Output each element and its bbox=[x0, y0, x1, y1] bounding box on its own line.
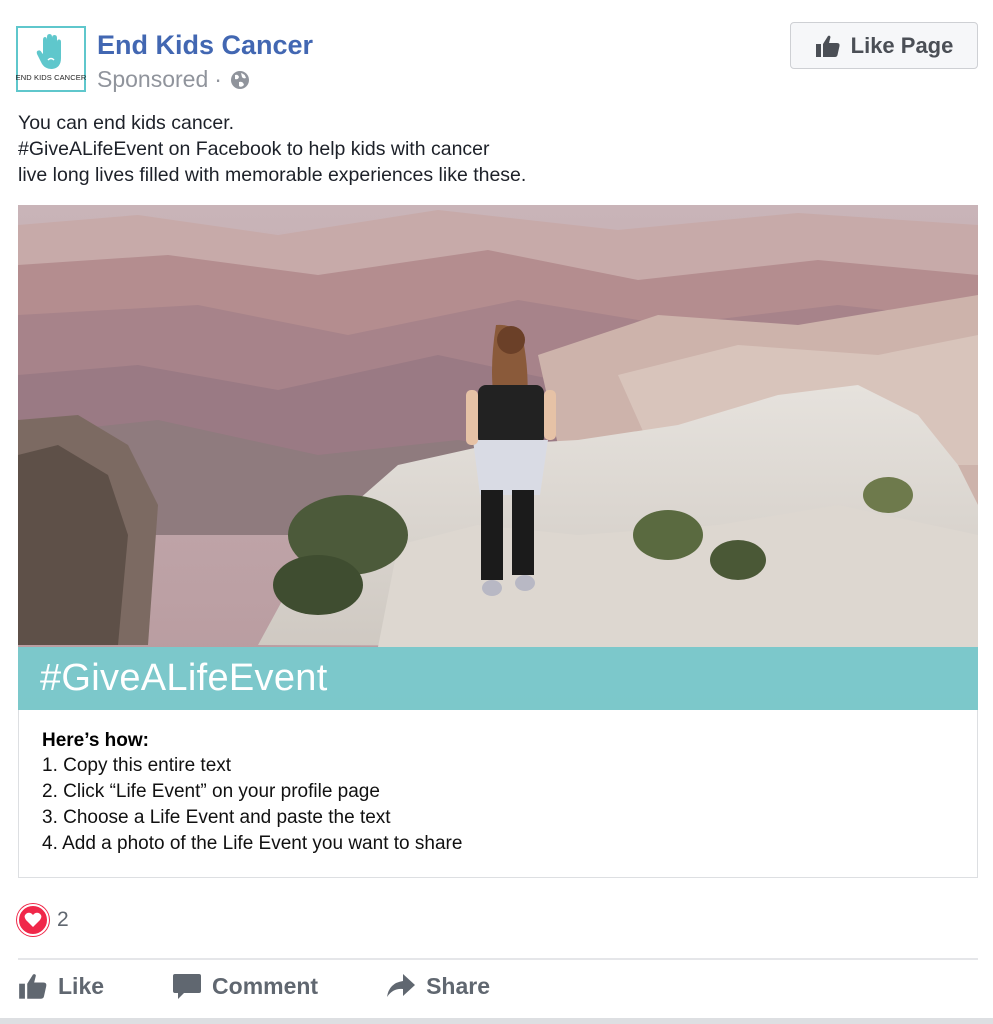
post-image[interactable]: #GiveALifeEvent bbox=[18, 205, 978, 710]
meta-separator: · bbox=[214, 66, 222, 92]
thumbs-up-icon bbox=[19, 974, 47, 999]
howto-step: 4. Add a photo of the Life Event you wan… bbox=[42, 833, 463, 854]
post-text-line[interactable]: #GiveALifeEvent on Facebook to help kids… bbox=[18, 136, 526, 162]
like-label: Like bbox=[58, 972, 105, 999]
share-label: Share bbox=[426, 972, 491, 999]
share-button[interactable]: Share bbox=[386, 973, 490, 1000]
post-text-line: live long lives filled with memorable ex… bbox=[18, 164, 527, 186]
post-text-line: You can end kids cancer. bbox=[18, 112, 235, 134]
canyon-photo bbox=[18, 205, 978, 710]
comment-icon bbox=[173, 974, 202, 999]
thumbs-up-icon bbox=[815, 35, 840, 57]
sponsored-label[interactable]: Sponsored bbox=[97, 66, 208, 93]
comment-button[interactable]: Comment bbox=[172, 972, 318, 1000]
comment-label: Comment bbox=[212, 972, 319, 999]
page-name-link[interactable]: End Kids Cancer bbox=[97, 30, 313, 61]
reactions-summary[interactable]: 2 bbox=[17, 904, 69, 936]
howto-step: 2. Click “Life Event” on your profile pa… bbox=[42, 781, 380, 802]
like-page-button[interactable]: Like Page bbox=[790, 22, 978, 69]
page-avatar[interactable]: END KIDS CANCER bbox=[16, 26, 86, 92]
image-hashtag: #GiveALifeEvent bbox=[40, 657, 328, 699]
post-text: You can end kids cancer. #GiveALifeEvent… bbox=[18, 110, 526, 188]
bottom-border bbox=[0, 1018, 993, 1024]
action-bar: Like Comment Share bbox=[18, 972, 490, 1000]
divider bbox=[18, 958, 978, 960]
facebook-post: END KIDS CANCER End Kids Cancer Sponsore… bbox=[0, 0, 993, 1024]
howto-step: 3. Choose a Life Event and paste the tex… bbox=[42, 807, 391, 828]
reaction-count: 2 bbox=[57, 908, 69, 931]
share-arrow-icon bbox=[387, 974, 416, 997]
post-meta: Sponsored · bbox=[97, 66, 250, 93]
howto-step: 1. Copy this entire text bbox=[42, 755, 232, 776]
avatar-text: END KIDS CANCER bbox=[15, 73, 87, 82]
like-page-label: Like Page bbox=[850, 32, 954, 58]
heart-icon bbox=[17, 904, 49, 936]
howto-card[interactable]: Here’s how: 1. Copy this entire text 2. … bbox=[18, 710, 978, 878]
globe-icon[interactable] bbox=[230, 70, 250, 90]
howto-title: Here’s how: bbox=[42, 730, 149, 751]
like-button[interactable]: Like bbox=[18, 972, 104, 1000]
hand-logo-icon bbox=[36, 34, 61, 69]
